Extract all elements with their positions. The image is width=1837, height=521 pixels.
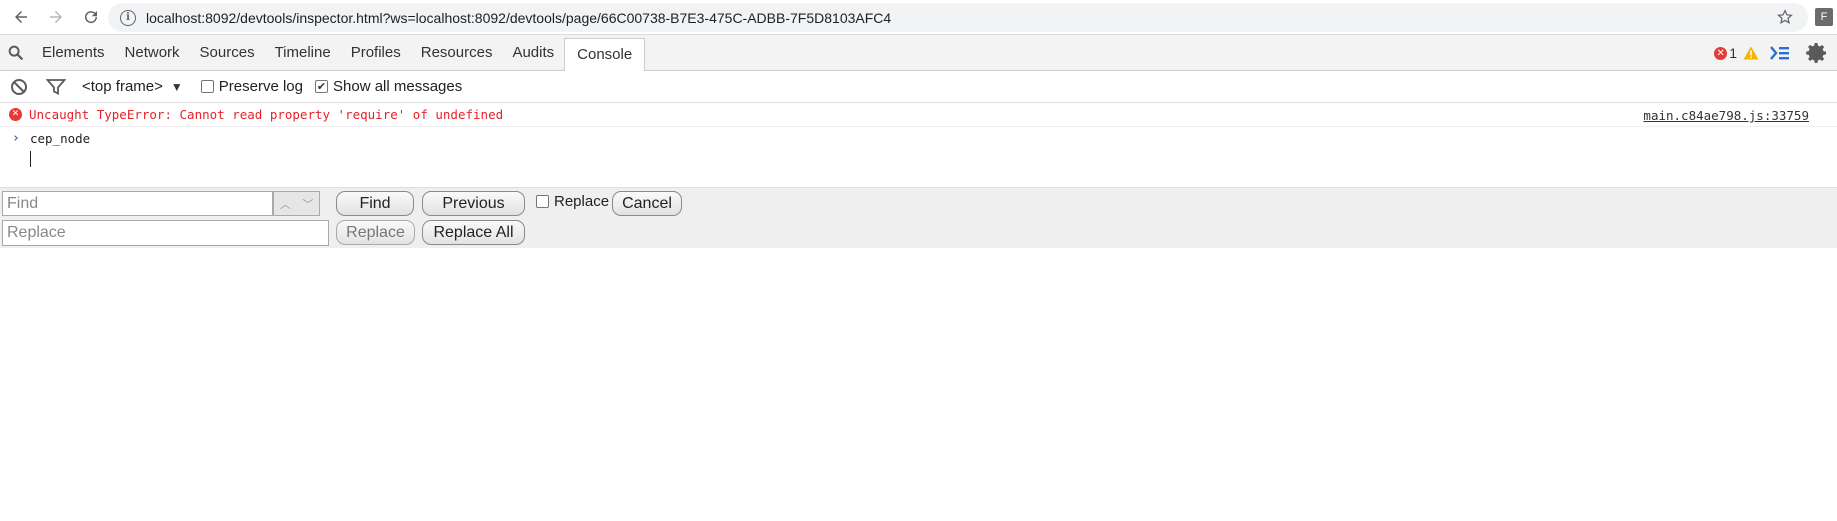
find-replace-bar: Find ︿ ﹀ Find Previous Replace Cancel Re… bbox=[0, 187, 1837, 248]
show-all-messages-label: Show all messages bbox=[333, 78, 463, 95]
inspect-element-button[interactable] bbox=[0, 35, 32, 71]
prompt-chevron-icon: › bbox=[12, 130, 20, 146]
forward-arrow-icon bbox=[50, 11, 62, 23]
frame-selector[interactable]: <top frame> ▼ bbox=[82, 78, 183, 95]
address-bar[interactable]: i localhost:8092/devtools/inspector.html… bbox=[108, 3, 1808, 32]
find-nav-arrows[interactable]: ︿ ﹀ bbox=[273, 191, 320, 216]
replace-button[interactable]: Replace bbox=[336, 220, 415, 245]
replace-checkbox[interactable] bbox=[536, 195, 549, 208]
reload-icon bbox=[85, 11, 98, 24]
forward-button[interactable] bbox=[42, 3, 70, 31]
console-prompt-input[interactable] bbox=[0, 149, 1837, 171]
tab-network[interactable]: Network bbox=[115, 35, 190, 71]
chevron-down-icon[interactable]: ﹀ bbox=[302, 196, 313, 212]
console-error-message: ✕ Uncaught TypeError: Cannot read proper… bbox=[0, 103, 1837, 127]
console-command-entry: › cep_node bbox=[0, 127, 1837, 149]
console-messages[interactable]: ✕ Uncaught TypeError: Cannot read proper… bbox=[0, 103, 1837, 187]
show-all-messages-option[interactable]: ✔ Show all messages bbox=[315, 78, 462, 95]
preserve-log-option[interactable]: Preserve log bbox=[200, 78, 303, 95]
chevron-up-icon[interactable]: ︿ bbox=[280, 196, 291, 212]
search-icon bbox=[8, 45, 24, 60]
error-count: 1 bbox=[1729, 45, 1737, 61]
tab-console[interactable]: Console bbox=[564, 37, 646, 71]
tab-audits[interactable]: Audits bbox=[502, 35, 564, 71]
tab-sources[interactable]: Sources bbox=[190, 35, 265, 71]
find-input[interactable]: Find bbox=[2, 191, 273, 216]
error-counter[interactable]: ✕ 1 bbox=[1714, 45, 1737, 61]
clear-console-icon[interactable] bbox=[10, 78, 28, 96]
replace-checkbox-label: Replace bbox=[554, 193, 610, 210]
devtools-tab-bar: Elements Network Sources Timeline Profil… bbox=[0, 35, 1837, 71]
find-button[interactable]: Find bbox=[336, 191, 414, 216]
tab-timeline[interactable]: Timeline bbox=[265, 35, 341, 71]
profile-avatar[interactable]: F bbox=[1815, 8, 1833, 26]
filter-icon[interactable] bbox=[46, 78, 66, 96]
star-icon[interactable] bbox=[1776, 8, 1794, 26]
replace-input[interactable]: Replace bbox=[2, 220, 329, 246]
tab-resources[interactable]: Resources bbox=[411, 35, 503, 71]
browser-toolbar: i localhost:8092/devtools/inspector.html… bbox=[0, 0, 1837, 35]
previous-button[interactable]: Previous bbox=[422, 191, 525, 216]
command-text: cep_node bbox=[30, 130, 91, 146]
preserve-log-label: Preserve log bbox=[218, 78, 303, 95]
cancel-button[interactable]: Cancel bbox=[612, 191, 682, 216]
tab-profiles[interactable]: Profiles bbox=[341, 35, 411, 71]
replace-option[interactable]: Replace bbox=[536, 193, 609, 210]
info-icon[interactable]: i bbox=[120, 9, 136, 26]
gear-icon[interactable] bbox=[1805, 41, 1829, 65]
dropdown-arrow-icon: ▼ bbox=[170, 79, 183, 94]
error-icon: ✕ bbox=[9, 108, 22, 121]
text-caret bbox=[30, 151, 31, 167]
devtools-status-area: ✕ 1 bbox=[1714, 35, 1837, 71]
url-text[interactable]: localhost:8092/devtools/inspector.html?w… bbox=[146, 10, 891, 26]
reload-button[interactable] bbox=[77, 3, 105, 31]
back-button[interactable] bbox=[7, 3, 35, 31]
replace-all-button[interactable]: Replace All bbox=[422, 220, 525, 245]
console-toolbar: <top frame> ▼ Preserve log ✔ Show all me… bbox=[0, 71, 1837, 103]
frame-selector-value: <top frame> bbox=[82, 78, 163, 95]
console-drawer-icon[interactable] bbox=[1769, 44, 1791, 62]
error-source-link[interactable]: main.c84ae798.js:33759 bbox=[1643, 108, 1809, 123]
warning-icon[interactable] bbox=[1743, 46, 1759, 60]
tab-elements[interactable]: Elements bbox=[32, 35, 115, 71]
show-all-messages-checkbox[interactable]: ✔ bbox=[315, 80, 328, 93]
preserve-log-checkbox[interactable] bbox=[200, 80, 214, 93]
back-arrow-icon bbox=[15, 11, 27, 23]
error-icon: ✕ bbox=[1714, 46, 1728, 60]
error-message-text: Uncaught TypeError: Cannot read property… bbox=[29, 107, 504, 122]
